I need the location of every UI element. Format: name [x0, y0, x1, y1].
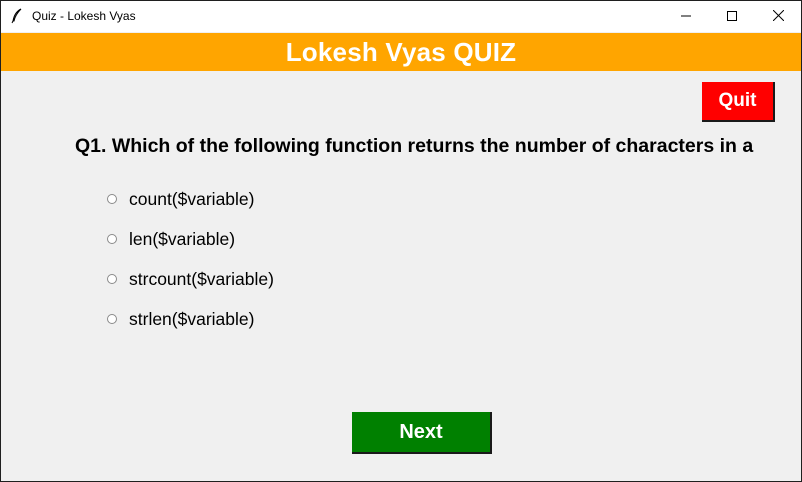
option-1[interactable]: count($variable): [105, 187, 254, 211]
option-label: strcount($variable): [129, 268, 274, 289]
maximize-icon: [727, 8, 737, 26]
maximize-button[interactable]: [709, 1, 755, 32]
option-4[interactable]: strlen($variable): [105, 307, 254, 331]
quiz-header-bar: Lokesh Vyas QUIZ: [1, 33, 801, 71]
quiz-window: Quiz - Lokesh Vyas Lokesh Vyas QUIZ Quit…: [0, 0, 802, 482]
title-bar[interactable]: Quiz - Lokesh Vyas: [1, 1, 801, 32]
option-label: len($variable): [129, 228, 236, 249]
minimize-button[interactable]: [663, 1, 709, 32]
quit-button[interactable]: Quit: [702, 82, 775, 122]
option-label: strlen($variable): [129, 308, 255, 329]
feather-icon: [10, 8, 24, 24]
option-3[interactable]: strcount($variable): [105, 267, 274, 291]
radio-button[interactable]: [107, 314, 117, 324]
quiz-title: Lokesh Vyas QUIZ: [285, 36, 517, 67]
option-2[interactable]: len($variable): [105, 227, 235, 251]
radio-button[interactable]: [107, 234, 117, 244]
radio-button[interactable]: [107, 274, 117, 284]
close-button[interactable]: [755, 1, 801, 32]
next-button[interactable]: Next: [352, 412, 492, 454]
radio-button[interactable]: [107, 194, 117, 204]
question-text: Q1. Which of the following function retu…: [75, 135, 754, 157]
option-label: count($variable): [129, 188, 255, 209]
minimize-icon: [681, 8, 691, 26]
close-icon: [772, 8, 784, 26]
window-title: Quiz - Lokesh Vyas: [32, 9, 136, 23]
